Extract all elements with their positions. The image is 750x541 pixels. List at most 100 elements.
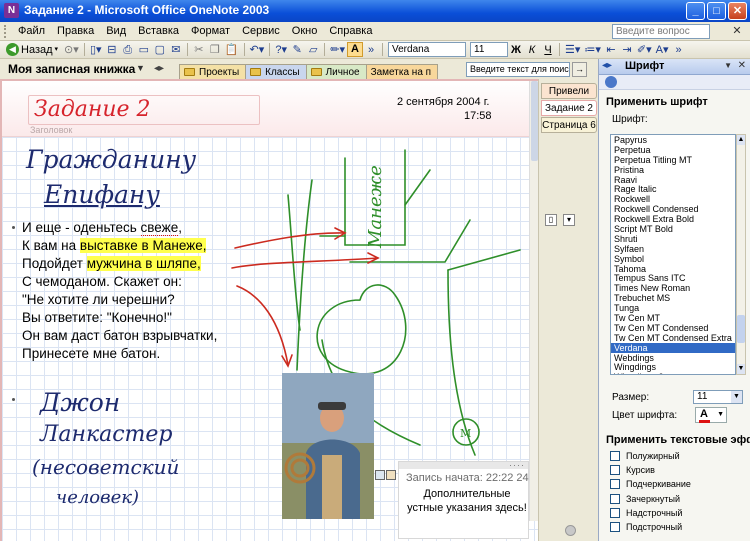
road-line [447, 249, 521, 271]
checkbox[interactable] [610, 522, 620, 533]
maximize-button[interactable]: □ [707, 2, 726, 20]
scrollbar-thumb[interactable] [531, 81, 538, 161]
person-photo-image [282, 373, 374, 519]
font-list-item[interactable]: Rage Italic [611, 184, 735, 195]
font-list[interactable]: Papyrus Perpetua Perpetua Titling MT Pristi… [610, 134, 736, 375]
size-label: Размер: [612, 392, 650, 403]
close-button[interactable]: ✕ [728, 2, 747, 20]
font-list-scrollbar[interactable]: ▲ ▼ [736, 134, 746, 375]
underline-button[interactable]: Ч [540, 42, 556, 58]
home-icon[interactable] [605, 76, 617, 88]
page-tab-privet[interactable]: Привели [541, 83, 597, 99]
bullet-list-icon[interactable]: ≔▾ [582, 42, 603, 58]
font-list-item[interactable]: Sylfaen [611, 244, 735, 254]
doc-close-icon[interactable]: ✕ [730, 24, 744, 38]
effect-superscript[interactable]: Надстрочный [610, 506, 691, 520]
container-grip-icon[interactable]: ···· [509, 460, 525, 470]
checkbox[interactable] [610, 493, 620, 504]
road-line [296, 179, 313, 371]
recording-start-label: Запись начата: 22:22 24 [406, 472, 529, 484]
font-list-item[interactable]: Wingdings 2 [611, 372, 735, 374]
font-list-item[interactable]: Trebuchet MS [611, 293, 735, 303]
minimize-button[interactable]: _ [686, 2, 705, 20]
arrow-line [234, 232, 346, 249]
font-color-picker[interactable]: A ▼ [695, 407, 727, 423]
font-list-item[interactable]: Perpetua Titling MT [611, 155, 735, 165]
scroll-up-icon[interactable]: ▲ [737, 135, 745, 145]
effect-underline[interactable]: Подчеркивание [610, 477, 691, 491]
font-list-item[interactable]: Verdana [611, 342, 735, 353]
checkbox[interactable] [610, 451, 620, 462]
font-list-item[interactable]: Tunga [611, 303, 735, 313]
effect-bold[interactable]: Полужирный [610, 449, 691, 463]
font-list-item[interactable]: Raavi [611, 175, 735, 185]
font-list-item[interactable]: Tempus Sans ITC [611, 273, 735, 284]
font-list-item[interactable]: Rockwell Extra Bold [611, 214, 735, 224]
text-effects-list: Полужирный Курсив Подчеркивание Зачеркну… [610, 449, 691, 534]
task-pane-nav-icon[interactable]: ◂▸ [602, 60, 612, 71]
scrollbar-thumb[interactable] [737, 315, 745, 343]
font-color-label: Цвет шрифта: [612, 410, 678, 421]
font-list-item[interactable]: Papyrus [611, 135, 735, 145]
task-pane-toolbar [599, 75, 750, 90]
font-list-item[interactable]: Tw Cen MT Condensed Extra Bold [611, 333, 735, 343]
apply-font-heading: Применить шрифт [606, 96, 708, 108]
font-list-item[interactable]: Tw Cen MT [611, 313, 735, 323]
font-list-item[interactable]: Webdings [611, 353, 735, 363]
image-link-icon[interactable] [386, 470, 396, 480]
checkbox[interactable] [610, 507, 620, 518]
scroll-down-icon[interactable]: ▼ [737, 364, 745, 374]
toolbar-separator [559, 43, 560, 56]
page-tab-task2[interactable]: Задание 2 [541, 100, 597, 116]
map-marker-letter: M [460, 427, 471, 440]
image-options-icon[interactable] [375, 470, 385, 480]
audio-note-container[interactable]: ···· Запись начата: 22:22 24 Дополнитель… [398, 460, 529, 539]
help-search-input[interactable]: Введите вопрос [612, 24, 710, 39]
task-pane-close-icon[interactable]: ✕ [738, 60, 746, 71]
text-effects-heading: Применить текстовые эффекты [606, 434, 750, 446]
new-page-dropdown-icon[interactable]: ▾ [563, 214, 575, 226]
chevron-down-icon[interactable]: ▼ [717, 411, 724, 418]
page-scrollbar[interactable] [529, 81, 538, 521]
road-line [404, 169, 431, 206]
chevron-down-icon[interactable]: ▼ [731, 391, 742, 403]
effect-italic[interactable]: Курсив [610, 463, 691, 477]
font-list-item[interactable]: Script MT Bold [611, 224, 735, 234]
page-tab-page6[interactable]: Страница 6 [541, 117, 597, 133]
checkbox[interactable] [610, 479, 620, 490]
effect-subscript[interactable]: Подстрочный [610, 520, 691, 534]
arrow-line [231, 257, 379, 269]
font-list-item[interactable]: Rockwell Condensed [611, 204, 735, 214]
highlight-icon[interactable]: ✐▾ [635, 42, 654, 58]
font-list-item[interactable]: Perpetua [611, 145, 735, 155]
font-list-item[interactable]: Tw Cen MT Condensed [611, 323, 735, 333]
numbered-list-icon[interactable]: ☰▾ [563, 42, 582, 58]
map-drawing[interactable]: Манеже M [0, 0, 538, 541]
contact-photo[interactable] [282, 373, 374, 519]
decrease-indent-icon[interactable]: ⇤ [603, 42, 619, 58]
page-tab-strip: Привели Задание 2 Страница 6 ▯ ▾ [538, 79, 598, 541]
page-corner-icon[interactable] [565, 525, 576, 536]
find-arrow-icon[interactable]: → [572, 62, 587, 77]
font-list-label: Шрифт: [612, 114, 648, 125]
audio-note-text[interactable]: Дополнительные устные указания здесь! [406, 487, 528, 515]
effect-strikethrough[interactable]: Зачеркнутый [610, 492, 691, 506]
font-list-item[interactable]: Shruti [611, 234, 735, 244]
checkbox[interactable] [610, 465, 620, 476]
font-list-item[interactable]: Wingdings [611, 362, 735, 373]
font-list-item[interactable]: Symbol [611, 254, 735, 264]
font-list-item[interactable]: Tahoma [611, 264, 735, 274]
font-list-item[interactable]: Rockwell [611, 194, 735, 204]
font-list-item[interactable]: Pristina [611, 165, 735, 175]
size-select[interactable]: 11 ▼ [693, 390, 743, 404]
increase-indent-icon[interactable]: ⇥ [619, 42, 635, 58]
font-list-item[interactable]: Times New Roman [611, 283, 735, 293]
task-pane-dropdown-icon[interactable]: ▼ [724, 61, 732, 70]
color-swatch [699, 420, 710, 423]
size-value: 11 [697, 391, 708, 402]
task-pane-title: Шрифт [625, 60, 665, 72]
new-page-icon[interactable]: ▯ [545, 214, 557, 226]
font-color-icon[interactable]: A▾ [654, 42, 671, 58]
park-outline [316, 284, 407, 375]
more-options-icon[interactable]: » [671, 42, 687, 58]
